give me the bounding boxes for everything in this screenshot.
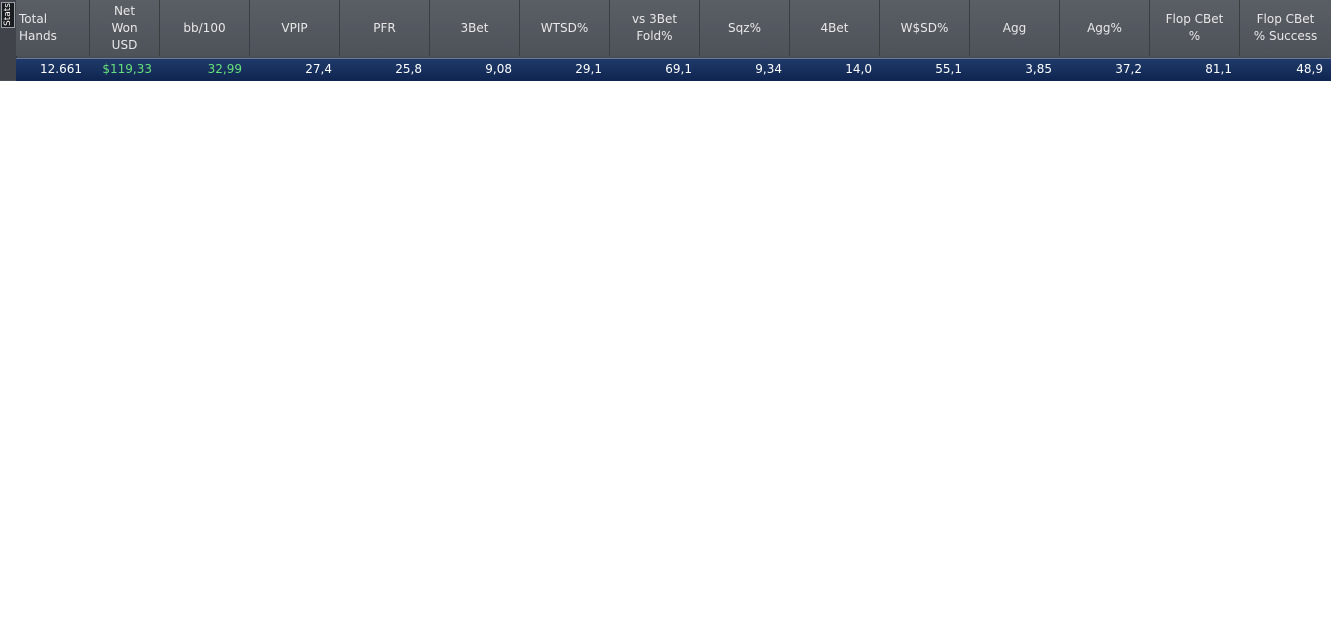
col-header-flop-cbet[interactable]: Flop CBet % [1150, 0, 1240, 56]
cell-vpip: 27,4 [305, 62, 332, 76]
cell-4bet: 14,0 [845, 62, 872, 76]
col-header-vs-3bet-fold[interactable]: vs 3Bet Fold% [610, 0, 700, 56]
stats-side-tab: Stats [0, 0, 17, 80]
stats-data-row[interactable]: 12.661 $119,33 32,99 27,4 25,8 9,08 29,1… [16, 58, 1331, 81]
stats-tab-button[interactable]: Stats [1, 2, 15, 28]
col-header-wsd[interactable]: W$SD% [880, 0, 970, 56]
cell-sqz: 9,34 [755, 62, 782, 76]
stats-header-row: Total Hands Net Won USD bb/100 VPIP PFR … [16, 0, 1331, 56]
col-header-bb100[interactable]: bb/100 [160, 0, 250, 56]
col-header-3bet[interactable]: 3Bet [430, 0, 520, 56]
cell-bb100: 32,99 [207, 62, 242, 76]
col-header-pfr[interactable]: PFR [340, 0, 430, 56]
cell-wtsd: 29,1 [575, 62, 602, 76]
cell-agg: 3,85 [1025, 62, 1052, 76]
col-header-4bet[interactable]: 4Bet [790, 0, 880, 56]
cell-flop-cbet-success: 48,9 [1296, 62, 1323, 76]
stats-panel: Stats Total Hands Net Won USD bb/100 VPI… [0, 0, 1331, 81]
cell-vs-3bet-fold: 69,1 [665, 62, 692, 76]
cell-agg-pct: 37,2 [1115, 62, 1142, 76]
col-header-wtsd[interactable]: WTSD% [520, 0, 610, 56]
col-header-sqz[interactable]: Sqz% [700, 0, 790, 56]
col-header-agg-pct[interactable]: Agg% [1060, 0, 1150, 56]
col-header-total-hands[interactable]: Total Hands [16, 0, 90, 56]
cell-flop-cbet: 81,1 [1205, 62, 1232, 76]
cell-3bet: 9,08 [485, 62, 512, 76]
col-header-vpip[interactable]: VPIP [250, 0, 340, 56]
cell-pfr: 25,8 [395, 62, 422, 76]
col-header-flop-cbet-success[interactable]: Flop CBet % Success [1240, 0, 1331, 56]
cell-net-won-usd: $119,33 [102, 62, 152, 76]
col-header-agg[interactable]: Agg [970, 0, 1060, 56]
cell-wsd: 55,1 [935, 62, 962, 76]
cell-total-hands: 12.661 [40, 62, 82, 76]
col-header-net-won-usd[interactable]: Net Won USD [90, 0, 160, 56]
